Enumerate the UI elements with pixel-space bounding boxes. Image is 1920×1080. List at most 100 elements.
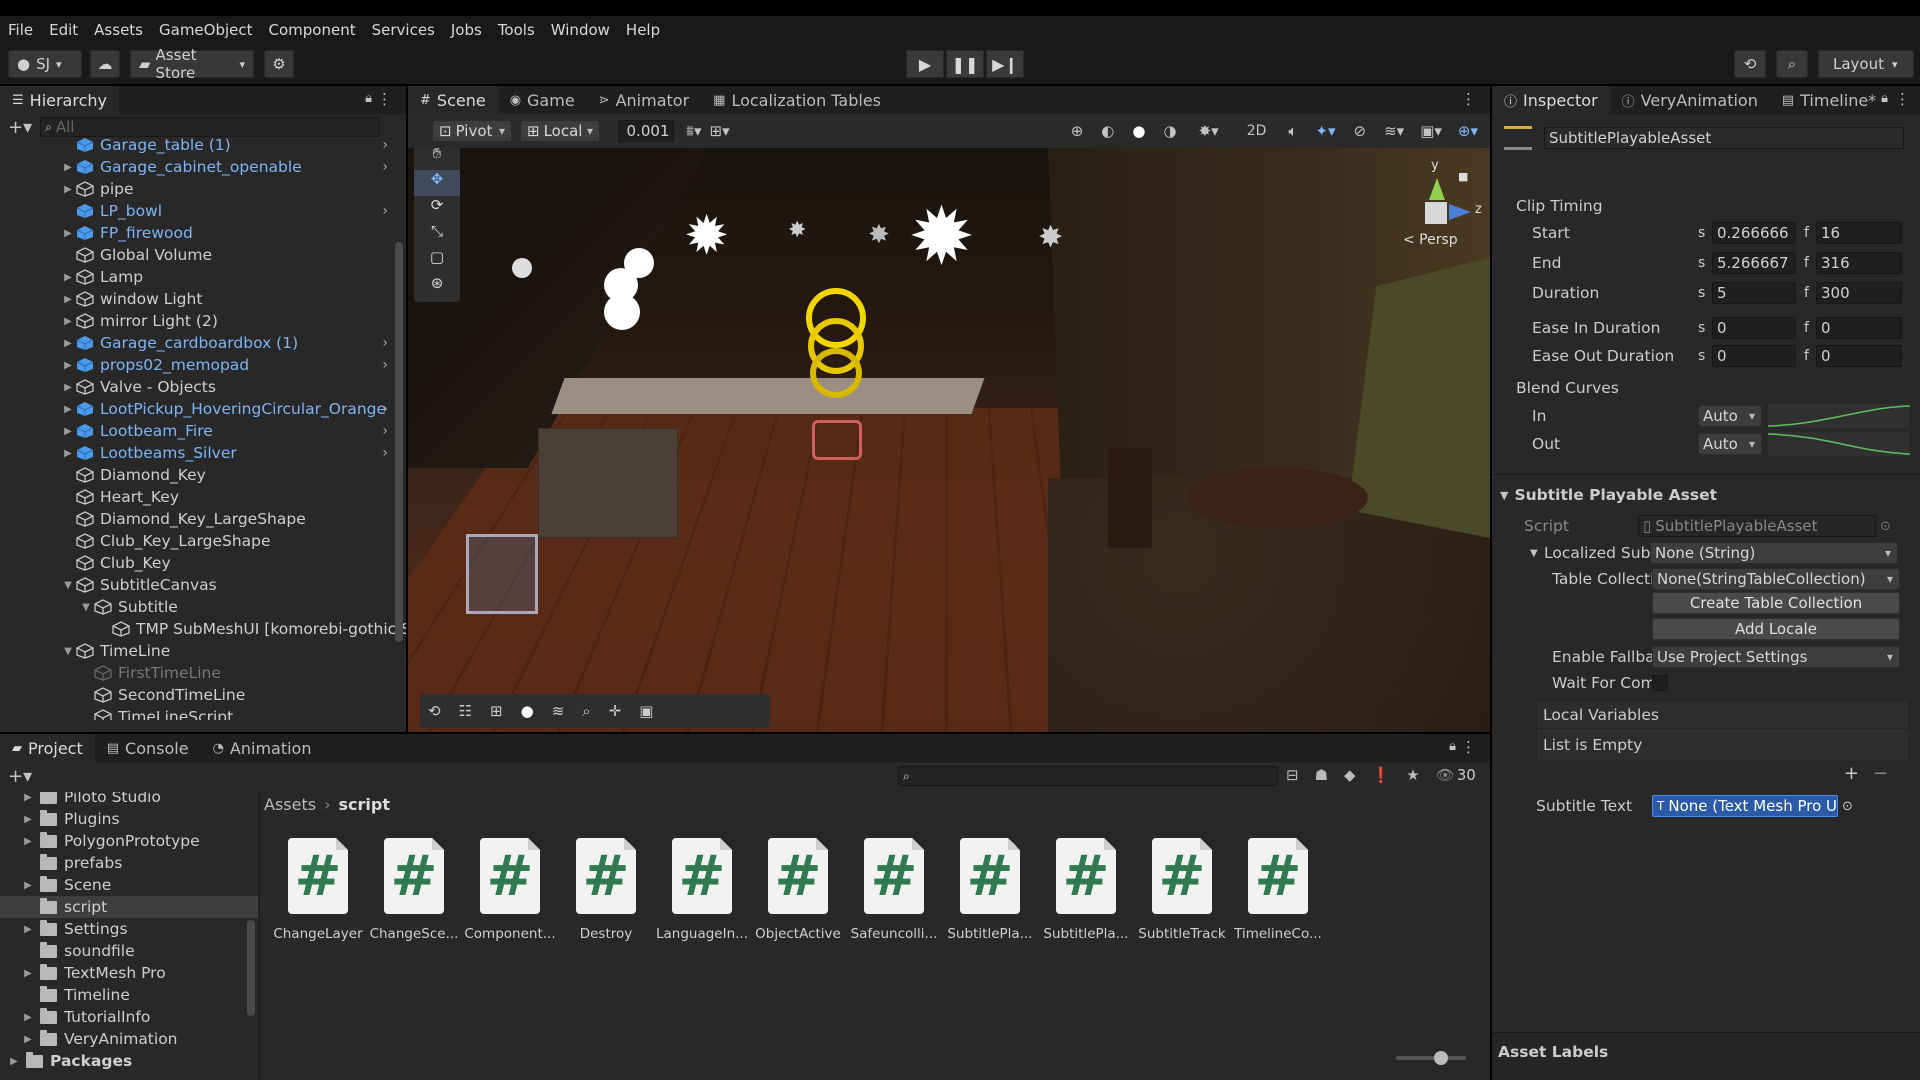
script-asset[interactable]: # ChangeSce... [366,838,462,942]
rotate-tool-icon[interactable]: ⟳ [414,196,460,222]
camera-icon[interactable]: ▣▾ [1420,122,1442,140]
hand-tool-icon[interactable]: ✋︎ [414,148,460,170]
folder-tree-scrollbar[interactable] [246,796,256,1066]
layers-icon[interactable]: ≋▾ [1384,122,1404,140]
play-button[interactable]: ▶ [906,50,944,78]
menu-item-services[interactable]: Services [372,21,435,39]
visibility-icon[interactable]: ⊘ [1354,122,1367,140]
tab-project[interactable]: ▰ Project [0,734,95,762]
chevron-right-icon[interactable]: ▶ [62,316,74,327]
frames-field[interactable]: 0 [1816,317,1902,339]
subtitle-text-field[interactable]: T None (Text Mesh Pro U [1652,795,1838,817]
script-asset[interactable]: # Destroy [558,838,654,942]
chevron-right-icon[interactable]: ▶ [62,426,74,437]
menu-item-gameobject[interactable]: GameObject [159,21,253,39]
hierarchy-item[interactable]: SecondTimeLine [4,684,406,706]
add-item-icon[interactable]: + [1844,763,1859,784]
breadcrumb-assets[interactable]: Assets [264,795,316,814]
layout-dropdown[interactable]: Layout ▾ [1818,50,1914,78]
script-asset[interactable]: # ObjectActive [750,838,846,942]
chevron-right-icon[interactable]: ▶ [62,338,74,349]
chevron-right-icon[interactable]: ▶ [62,448,74,459]
mode-2d-toggle[interactable]: 2D [1247,123,1267,139]
account-button[interactable]: ● SJ ▾ [8,50,82,78]
blend-out-dropdown[interactable]: Auto [1698,433,1762,455]
hierarchy-item[interactable]: ▶ Lootbeam_Fire › [4,420,406,442]
chevron-right-icon[interactable]: ▶ [22,814,34,825]
seconds-field[interactable]: 0.266666 [1712,222,1796,244]
folder-soundfile[interactable]: soundfile [0,940,258,962]
search-icon[interactable]: ⌕ [582,702,590,720]
move-tool-icon[interactable]: ✥ [414,170,460,196]
asset-store-button[interactable]: ▰ Asset Store ▾ [130,46,254,82]
packages-folder[interactable]: ▶ Packages [0,1050,258,1072]
enable-fallback-dropdown[interactable]: Use Project Settings [1652,646,1900,668]
frames-field[interactable]: 316 [1816,252,1902,274]
type-filter-icon[interactable]: ☗ [1315,766,1328,784]
fx-icon[interactable]: ✦▾ [1315,122,1335,140]
hierarchy-item[interactable]: Diamond_Key_LargeShape [4,508,406,530]
tab-animation[interactable]: ◔ Animation [201,734,324,762]
chevron-right-icon[interactable]: ▶ [22,1034,34,1045]
chevron-right-icon[interactable]: ▶ [62,360,74,371]
chevron-right-icon[interactable]: ▶ [22,924,34,935]
align-icon[interactable]: ☷ [459,702,472,720]
folder-plugins[interactable]: ▶ Plugins [0,808,258,830]
script-asset[interactable]: # ChangeLayer [270,838,366,942]
folder-script[interactable]: script [0,896,258,918]
menu-item-tools[interactable]: Tools [498,21,535,39]
hierarchy-item[interactable]: Garage_table (1) › [4,134,406,156]
seconds-field[interactable]: 5 [1712,282,1796,304]
blend-in-dropdown[interactable]: Auto [1698,405,1762,427]
warning-filter-icon[interactable]: ❗ [1372,766,1391,784]
hierarchy-item[interactable]: ▶ props02_memopad › [4,354,406,376]
script-asset[interactable]: # SubtitlePla... [942,838,1038,942]
menu-item-jobs[interactable]: Jobs [451,21,482,39]
wireframe-icon[interactable]: ◐ [1101,122,1114,140]
spa-header[interactable]: ▼ Subtitle Playable Asset [1500,482,1912,508]
localized-subtitle-dropdown[interactable]: None (String) [1650,542,1898,564]
lock-icon[interactable]: 🔒︎ [1881,91,1888,106]
transform-tool-icon[interactable]: ⊛ [414,274,460,300]
lock-icon[interactable]: 🔒︎ [365,91,372,106]
hierarchy-item[interactable]: TimeLineScript [4,706,406,720]
rect-tool-icon[interactable]: ▢ [414,248,460,274]
shaded-icon[interactable]: ● [1132,122,1145,140]
hierarchy-item[interactable]: Global Volume [4,244,406,266]
filter-icon[interactable]: ⊟ [1286,766,1299,784]
hierarchy-item[interactable]: ▶ FP_firewood [4,222,406,244]
hierarchy-item[interactable]: ▼ SubtitleCanvas [4,574,406,596]
script-asset[interactable]: # Safeuncolli... [846,838,942,942]
tab-localization-tables[interactable]: ▦ Localization Tables [701,86,893,114]
hierarchy-item[interactable]: ▶ pipe [4,178,406,200]
blend-out-curve[interactable] [1768,432,1910,456]
table-collection-dropdown[interactable]: None(StringTableCollection) [1652,568,1900,590]
frames-field[interactable]: 16 [1816,222,1902,244]
menu-item-assets[interactable]: Assets [94,21,143,39]
local-dropdown[interactable]: ⊞ Local [520,120,600,142]
seconds-field[interactable]: 0 [1712,317,1796,339]
circle-icon[interactable]: ● [521,702,534,720]
chevron-right-icon[interactable]: › [382,423,388,439]
global-icon[interactable]: ⊕ [1071,122,1084,140]
tab-game[interactable]: ◉ Game [498,86,587,114]
hierarchy-item[interactable]: Club_Key_LargeShape [4,530,406,552]
chevron-down-icon[interactable]: ▼ [62,646,74,657]
audio-icon[interactable]: 🔈︎ [1288,122,1297,140]
more-options-icon[interactable]: ⋮ [377,90,392,108]
hierarchy-item[interactable]: ▶ window Light [4,288,406,310]
lit-icon[interactable]: ◑ [1163,122,1176,140]
hierarchy-item[interactable]: ▶ Valve - Objects [4,376,406,398]
pivot-dropdown[interactable]: ⊡ Pivot [432,120,512,142]
seconds-field[interactable]: 5.266667 [1712,252,1796,274]
folder-tutorialinfo[interactable]: ▶ TutorialInfo [0,1006,258,1028]
chevron-right-icon[interactable]: › [382,159,388,175]
menu-item-edit[interactable]: Edit [49,21,78,39]
folder-settings[interactable]: ▶ Settings [0,918,258,940]
chevron-right-icon[interactable]: › [382,401,388,417]
script-asset[interactable]: # TimelineCo... [1230,838,1326,942]
chevron-right-icon[interactable]: ▶ [62,272,74,283]
chevron-right-icon[interactable]: › [382,203,388,219]
cloud-button[interactable]: ☁ [90,50,120,78]
visibility-icon[interactable]: 👁︎ 30 [1436,766,1476,784]
